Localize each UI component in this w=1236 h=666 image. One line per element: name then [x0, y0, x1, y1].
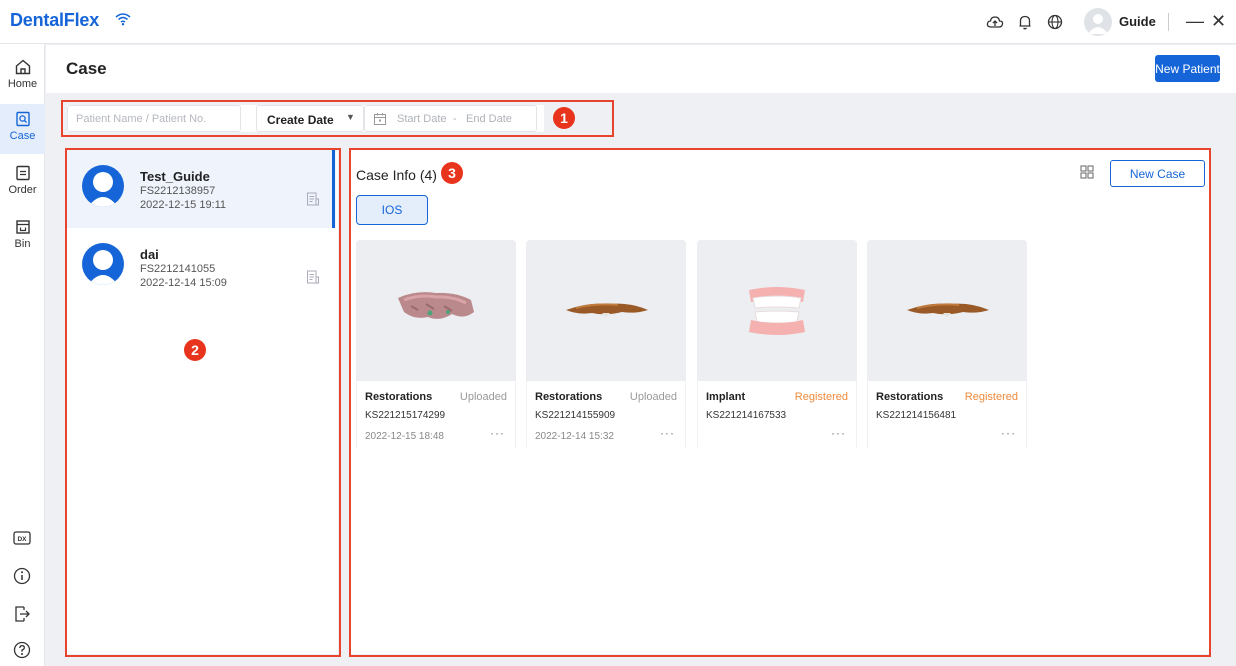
patient-number: FS2212138957: [140, 185, 216, 197]
patient-list: Test_Guide FS2212138957 2022-12-15 19:11…: [66, 150, 338, 654]
case-date: 2022-12-14 15:32: [535, 431, 614, 442]
case-number: KS221214167533: [706, 410, 787, 421]
case-card-body: Restorations Registered KS221214156481 ·…: [867, 381, 1027, 450]
help-icon[interactable]: [12, 640, 32, 660]
patient-name: Test_Guide: [140, 169, 210, 184]
divider: [1168, 13, 1169, 31]
dental-scan-image: [907, 303, 989, 317]
top-bar: DentalFlex Guide — ✕: [0, 0, 1236, 44]
case-info-title: Case Info (4): [356, 167, 437, 183]
more-options-icon[interactable]: ···: [1001, 426, 1016, 440]
annotation-marker: 1: [553, 107, 575, 129]
patient-list-item[interactable]: Test_Guide FS2212138957 2022-12-15 19:11: [66, 150, 336, 228]
case-card[interactable]: Restorations Uploaded KS221214155909 202…: [526, 240, 686, 450]
case-card[interactable]: Restorations Uploaded KS221215174299 202…: [356, 240, 516, 450]
case-thumbnail: [867, 240, 1027, 381]
patient-number: FS2212141055: [140, 263, 216, 275]
calendar-icon: [374, 113, 386, 125]
case-type: Implant: [706, 391, 746, 403]
case-card[interactable]: Restorations Registered KS221214156481 ·…: [867, 240, 1027, 450]
cloud-upload-icon[interactable]: [986, 13, 1004, 31]
new-case-button[interactable]: New Case: [1110, 160, 1205, 187]
selection-indicator: [332, 150, 335, 228]
new-patient-button[interactable]: New Patient: [1155, 55, 1220, 82]
filter-bar: Create Date ▼ Start Date - End Date: [67, 105, 544, 132]
case-status: Registered: [964, 391, 1018, 403]
case-number: KS221215174299: [365, 410, 446, 421]
sidebar-item-label: Bin: [14, 238, 31, 250]
annotation-marker: 2: [184, 339, 206, 361]
date-range-picker[interactable]: Start Date - End Date: [364, 105, 537, 132]
search-input[interactable]: [67, 105, 241, 132]
order-icon: [15, 165, 30, 181]
bin-icon: [15, 220, 30, 234]
case-status: Registered: [794, 391, 848, 403]
avatar: [82, 165, 124, 207]
case-type: Restorations: [535, 391, 603, 403]
case-thumbnail: [526, 240, 686, 381]
case-type: Restorations: [365, 391, 433, 403]
sidebar-item-order[interactable]: Order: [0, 158, 45, 208]
start-date-input[interactable]: Start Date: [397, 113, 447, 125]
sidebar-item-label: Home: [7, 78, 38, 90]
dental-scan-image: [566, 303, 648, 317]
sidebar-item-bin[interactable]: Bin: [0, 212, 45, 262]
annotation-marker: 3: [441, 162, 463, 184]
case-date: 2022-12-15 18:48: [365, 431, 444, 442]
dx-icon[interactable]: DX: [12, 528, 32, 548]
sidebar-item-case[interactable]: Case: [0, 104, 45, 154]
dental-scan-image: [398, 292, 474, 319]
avatar: [82, 243, 124, 285]
home-icon: [15, 59, 30, 75]
close-button[interactable]: ✕: [1211, 10, 1226, 32]
document-icon[interactable]: [306, 192, 320, 206]
case-number: KS221214156481: [876, 410, 957, 421]
app-logo: DentalFlex: [10, 10, 100, 30]
grid-view-icon[interactable]: [1080, 165, 1094, 179]
more-options-icon[interactable]: ···: [660, 426, 675, 440]
page-title: Case: [66, 59, 107, 78]
document-icon[interactable]: [306, 270, 320, 284]
sidebar-item-label: Order: [8, 184, 37, 196]
patient-date: 2022-12-15 19:11: [140, 199, 227, 211]
dx-label: DX: [17, 536, 27, 543]
patient-list-item[interactable]: dai FS2212141055 2022-12-14 15:09: [66, 228, 336, 306]
case-card[interactable]: Implant Registered KS221214167533 ···: [697, 240, 857, 450]
dentures-image: [749, 287, 805, 335]
case-card-body: Restorations Uploaded KS221214155909 202…: [526, 381, 686, 450]
wifi-icon: [115, 13, 131, 26]
date-type-value: Create Date: [267, 113, 334, 127]
case-card-body: Restorations Uploaded KS221215174299 202…: [356, 381, 516, 450]
sidebar-item-label: Case: [9, 130, 36, 142]
page-header: Case New Patient: [46, 45, 1236, 93]
sidebar-item-home[interactable]: Home: [0, 52, 45, 102]
globe-icon[interactable]: [1046, 13, 1064, 31]
date-type-select[interactable]: Create Date ▼: [256, 105, 364, 132]
info-icon[interactable]: [12, 566, 32, 586]
more-options-icon[interactable]: ···: [831, 426, 846, 440]
case-thumbnail: [356, 240, 516, 381]
case-status: Uploaded: [629, 391, 677, 403]
patient-name: dai: [140, 247, 159, 262]
minimize-button[interactable]: —: [1186, 10, 1204, 32]
case-status: Uploaded: [459, 391, 507, 403]
end-date-input[interactable]: End Date: [466, 113, 512, 125]
case-type: Restorations: [876, 391, 944, 403]
patient-date: 2022-12-14 15:09: [140, 277, 227, 289]
chevron-down-icon: ▼: [346, 112, 355, 122]
user-name[interactable]: Guide: [1119, 14, 1156, 29]
case-info-panel: Case Info (4) New Case IOS Restorations …: [351, 150, 1209, 654]
date-separator: -: [453, 113, 457, 125]
case-search-icon: [15, 111, 30, 127]
logout-icon[interactable]: [12, 604, 32, 624]
case-card-body: Implant Registered KS221214167533 ···: [697, 381, 857, 450]
tab-ios[interactable]: IOS: [356, 195, 428, 225]
sidebar: Home Case Order Bin DX: [0, 44, 45, 666]
case-number: KS221214155909: [535, 410, 616, 421]
case-thumbnail: [697, 240, 857, 381]
bell-icon[interactable]: [1016, 13, 1034, 31]
more-options-icon[interactable]: ···: [490, 426, 505, 440]
user-avatar[interactable]: [1084, 8, 1112, 36]
